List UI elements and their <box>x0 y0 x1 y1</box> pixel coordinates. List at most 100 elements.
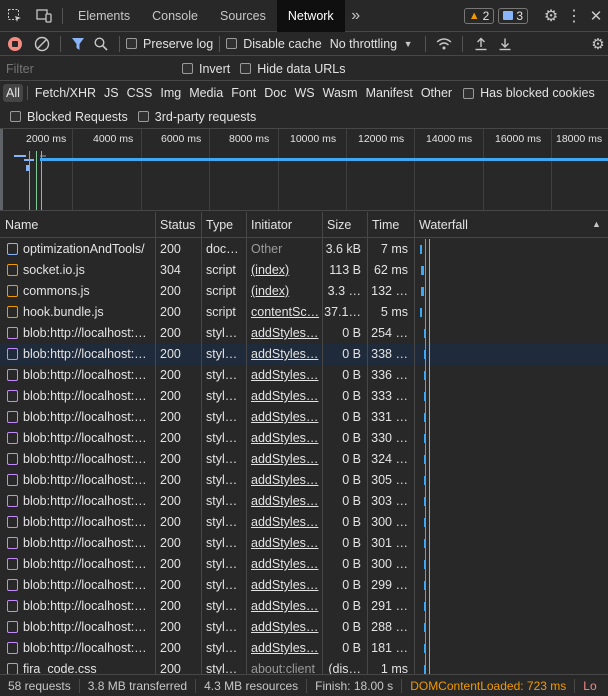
column-header-status[interactable]: Status <box>155 212 201 237</box>
inspect-element-icon[interactable] <box>0 0 30 32</box>
network-conditions-icon[interactable] <box>432 37 456 51</box>
disable-cache-checkbox[interactable]: Disable cache <box>226 37 322 51</box>
hide-data-urls-checkbox[interactable]: Hide data URLs <box>240 62 346 76</box>
request-name-cell[interactable]: blob:http://localhost:… <box>2 470 155 491</box>
column-header-type[interactable]: Type <box>201 212 246 237</box>
table-row[interactable]: blob:http://localhost:… 200 styl… addStyles… <box>0 386 608 407</box>
request-name-cell[interactable]: optimizationAndTools/ <box>2 239 155 260</box>
table-row[interactable]: blob:http://localhost:… 200 styl… addStyles… <box>0 617 608 638</box>
invert-checkbox[interactable]: Invert <box>182 62 230 76</box>
settings-gear-icon[interactable]: ⚙ <box>538 6 564 26</box>
request-name-cell[interactable]: socket.io.js <box>2 260 155 281</box>
request-initiator[interactable]: addStyles… <box>246 344 322 365</box>
request-name-cell[interactable]: blob:http://localhost:… <box>2 512 155 533</box>
hide-data-urls-box[interactable] <box>240 63 252 74</box>
tab-network[interactable]: Network <box>276 0 345 32</box>
type-filter-manifest[interactable]: Manifest <box>363 84 416 102</box>
table-row[interactable]: blob:http://localhost:… 200 styl… addStyles… <box>0 407 608 428</box>
request-initiator[interactable]: addStyles… <box>246 323 322 344</box>
request-name-cell[interactable]: blob:http://localhost:… <box>2 344 155 365</box>
table-row[interactable]: blob:http://localhost:… 200 styl… addStyles… <box>0 428 608 449</box>
table-row[interactable]: blob:http://localhost:… 200 styl… addStyles… <box>0 596 608 617</box>
table-row[interactable]: blob:http://localhost:… 200 styl… addStyles… <box>0 470 608 491</box>
column-header-name[interactable]: Name <box>0 212 155 237</box>
request-name-cell[interactable]: blob:http://localhost:… <box>2 575 155 596</box>
type-filter-font[interactable]: Font <box>228 84 259 102</box>
warnings-badge[interactable]: ▲ 2 <box>463 7 495 24</box>
column-divider[interactable] <box>367 212 368 674</box>
chevron-down-icon[interactable]: ▼ <box>397 39 419 49</box>
request-initiator[interactable]: addStyles… <box>246 491 322 512</box>
request-initiator[interactable]: addStyles… <box>246 428 322 449</box>
type-filter-css[interactable]: CSS <box>124 84 156 102</box>
table-row[interactable]: blob:http://localhost:… 200 styl… addStyles… <box>0 323 608 344</box>
blocked-requests-box[interactable] <box>10 111 21 122</box>
column-header-size[interactable]: Size <box>322 212 367 237</box>
filter-input[interactable] <box>2 58 172 79</box>
table-row[interactable]: commons.js 200 script (index) 3.3 … 132 … <box>0 281 608 302</box>
request-name-cell[interactable]: blob:http://localhost:… <box>2 407 155 428</box>
request-initiator[interactable]: addStyles… <box>246 554 322 575</box>
column-divider[interactable] <box>246 212 247 674</box>
column-divider[interactable] <box>322 212 323 674</box>
request-name-cell[interactable]: blob:http://localhost:… <box>2 365 155 386</box>
type-filter-fetch-xhr[interactable]: Fetch/XHR <box>32 84 99 102</box>
device-toolbar-icon[interactable] <box>30 0 58 32</box>
request-initiator[interactable]: addStyles… <box>246 617 322 638</box>
request-name-cell[interactable]: blob:http://localhost:… <box>2 554 155 575</box>
request-name-cell[interactable]: blob:http://localhost:… <box>2 596 155 617</box>
table-row[interactable]: blob:http://localhost:… 200 styl… addStyles… <box>0 554 608 575</box>
third-party-box[interactable] <box>137 111 149 122</box>
table-row[interactable]: blob:http://localhost:… 200 styl… addStyles… <box>0 533 608 554</box>
table-row[interactable]: blob:http://localhost:… 200 styl… addStyles… <box>0 512 608 533</box>
table-row[interactable]: hook.bundle.js 200 script contentSc… 37.1… 5 … <box>0 302 608 323</box>
request-initiator[interactable]: addStyles… <box>246 638 322 659</box>
sort-ascending-icon[interactable]: ▲ <box>592 219 601 229</box>
request-name-cell[interactable]: blob:http://localhost:… <box>2 323 155 344</box>
request-name-cell[interactable]: blob:http://localhost:… <box>2 617 155 638</box>
blocked-requests-checkbox[interactable]: Blocked Requests <box>10 110 128 124</box>
table-row[interactable]: blob:http://localhost:… 200 styl… addStyles… <box>0 344 608 365</box>
request-name-cell[interactable]: commons.js <box>2 281 155 302</box>
network-overview[interactable]: 2000 ms 4000 ms 6000 ms 8000 ms 10000 ms… <box>0 129 608 211</box>
request-name-cell[interactable]: blob:http://localhost:… <box>2 533 155 554</box>
type-filter-all[interactable]: All <box>3 84 23 102</box>
column-header-time[interactable]: Time <box>367 212 414 237</box>
tab-sources[interactable]: Sources <box>209 0 277 32</box>
table-row[interactable]: blob:http://localhost:… 200 styl… addStyles… <box>0 638 608 659</box>
clear-icon[interactable] <box>30 36 54 52</box>
column-divider[interactable] <box>201 212 202 674</box>
preserve-log-box[interactable] <box>126 38 137 49</box>
throttling-select[interactable]: No throttling <box>330 37 397 51</box>
request-initiator[interactable]: addStyles… <box>246 386 322 407</box>
import-har-icon[interactable] <box>469 37 493 51</box>
request-initiator[interactable]: addStyles… <box>246 596 322 617</box>
request-initiator[interactable]: (index) <box>246 260 322 281</box>
disable-cache-box[interactable] <box>226 38 238 49</box>
overview-selection-left[interactable] <box>0 129 3 210</box>
tab-elements[interactable]: Elements <box>67 0 141 32</box>
filter-funnel-icon[interactable] <box>67 37 89 51</box>
more-options-icon[interactable]: ⋮ <box>564 6 584 26</box>
third-party-checkbox[interactable]: 3rd-party requests <box>137 110 256 124</box>
request-name-cell[interactable]: blob:http://localhost:… <box>2 449 155 470</box>
table-row[interactable]: blob:http://localhost:… 200 styl… addStyles… <box>0 365 608 386</box>
has-blocked-cookies-box[interactable] <box>463 87 475 99</box>
column-header-waterfall[interactable]: Waterfall <box>414 212 594 237</box>
request-initiator[interactable]: (index) <box>246 281 322 302</box>
invert-box[interactable] <box>182 63 193 74</box>
preserve-log-checkbox[interactable]: Preserve log <box>126 37 213 51</box>
request-initiator[interactable]: addStyles… <box>246 365 322 386</box>
record-stop-icon[interactable] <box>0 36 30 52</box>
type-filter-wasm[interactable]: Wasm <box>320 84 361 102</box>
column-divider[interactable] <box>155 212 156 674</box>
type-filter-other[interactable]: Other <box>418 84 455 102</box>
close-icon[interactable]: ✕ <box>584 7 608 25</box>
request-initiator[interactable]: addStyles… <box>246 575 322 596</box>
request-initiator[interactable]: addStyles… <box>246 533 322 554</box>
tab-console[interactable]: Console <box>141 0 209 32</box>
table-row[interactable]: blob:http://localhost:… 200 styl… addStyles… <box>0 491 608 512</box>
request-initiator[interactable]: contentSc… <box>246 302 322 323</box>
table-row[interactable]: optimizationAndTools/200 doc… Other 3.6 kB 7… <box>0 239 608 260</box>
messages-badge[interactable]: 3 <box>498 7 528 24</box>
